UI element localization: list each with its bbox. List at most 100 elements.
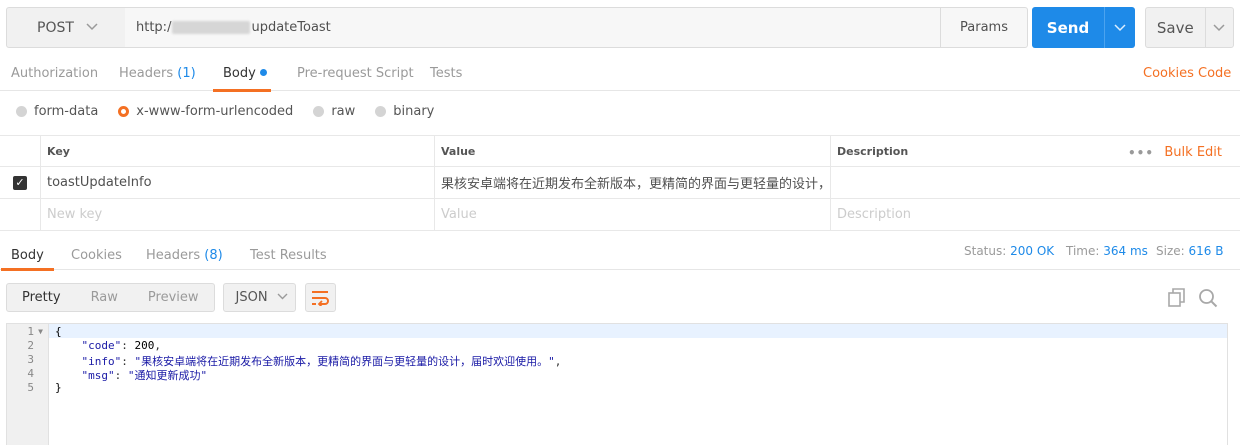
radio-urlencoded[interactable]: x-www-form-urlencoded xyxy=(118,104,293,119)
line-number: 1 xyxy=(27,325,34,338)
new-value-input[interactable]: Value xyxy=(434,199,830,230)
response-tabs: Body Cookies Headers (8) Test Results St… xyxy=(0,240,1240,271)
chevron-down-icon xyxy=(1114,23,1126,31)
size-value: 616 B xyxy=(1188,244,1224,258)
send-dropdown[interactable] xyxy=(1104,7,1135,48)
radio-binary-label: binary xyxy=(393,103,435,119)
tab-test-results[interactable]: Test Results xyxy=(250,248,327,263)
request-tabs: Authorization Headers (1) Body Pre-reque… xyxy=(0,55,1240,92)
search-icon[interactable] xyxy=(1198,288,1218,312)
radio-on-icon xyxy=(118,105,130,117)
radio-urlencoded-label: x-www-form-urlencoded xyxy=(136,103,294,119)
new-description-input[interactable]: Description xyxy=(830,199,1240,230)
table-row-new: New key Value Description xyxy=(0,199,1240,231)
pretty-button[interactable]: Pretty xyxy=(7,290,76,305)
radio-raw[interactable]: raw xyxy=(313,104,355,119)
params-button[interactable]: Params xyxy=(940,7,1028,48)
column-key: Key xyxy=(40,136,434,166)
radio-form-data-label: form-data xyxy=(34,103,99,119)
tab-response-body[interactable]: Body xyxy=(1,248,54,271)
key-cell[interactable]: toastUpdateInfo xyxy=(40,167,434,198)
method-label: POST xyxy=(37,19,74,36)
url-prefix: http:/ xyxy=(136,20,172,35)
fold-arrow-icon[interactable]: ▼ xyxy=(38,327,43,336)
code-line: "code": 200, xyxy=(81,339,162,352)
radio-off-icon xyxy=(313,105,325,117)
request-bar: POST http:/ updateToast Params Send Save xyxy=(6,7,1234,48)
radio-off-icon xyxy=(375,105,387,117)
line-gutter: 1 ▼ 2 3 4 5 xyxy=(7,324,49,445)
save-button[interactable]: Save xyxy=(1145,7,1234,48)
size-label: Size: xyxy=(1156,244,1185,258)
tab-tests[interactable]: Tests xyxy=(430,66,462,81)
url-redacted xyxy=(172,21,251,34)
save-label: Save xyxy=(1156,18,1194,37)
send-label: Send xyxy=(1046,18,1090,37)
line-number: 4 xyxy=(27,367,34,380)
value-cell[interactable]: 果核安卓端将在近期发布全新版本，更精简的界面与更轻量的设计，... xyxy=(434,167,830,198)
radio-form-data[interactable]: form-data xyxy=(16,104,98,119)
modified-dot-icon xyxy=(259,69,267,76)
line-number: 3 xyxy=(27,353,34,366)
time-value: 364 ms xyxy=(1103,244,1148,258)
bulk-edit-link[interactable]: Bulk Edit xyxy=(1164,145,1222,160)
table-row: ✓ toastUpdateInfo 果核安卓端将在近期发布全新版本，更精简的界面… xyxy=(0,167,1240,199)
format-select[interactable]: JSON xyxy=(222,283,296,312)
code-line: { xyxy=(55,325,62,338)
save-dropdown[interactable] xyxy=(1204,7,1233,48)
row-checkbox[interactable]: ✓ xyxy=(13,175,27,190)
url-input[interactable]: http:/ updateToast xyxy=(125,7,941,48)
view-mode-group: Pretty Raw Preview xyxy=(6,283,215,312)
column-value: Value xyxy=(434,136,830,166)
response-headers-count: (8) xyxy=(204,248,223,263)
new-key-placeholder: New key xyxy=(47,207,103,222)
method-select[interactable]: POST xyxy=(6,7,126,48)
radio-raw-label: raw xyxy=(331,103,356,119)
tab-headers-label: Headers xyxy=(119,66,174,81)
value-text: 果核安卓端将在近期发布全新版本，更精简的界面与更轻量的设计，... xyxy=(441,177,830,192)
new-value-placeholder: Value xyxy=(441,207,477,222)
tab-authorization[interactable]: Authorization xyxy=(11,66,98,81)
copy-icon[interactable] xyxy=(1168,288,1186,312)
time-label: Time: xyxy=(1066,244,1100,258)
wrap-lines-button[interactable] xyxy=(304,283,336,312)
url-suffix: updateToast xyxy=(251,20,331,35)
radio-binary[interactable]: binary xyxy=(375,104,434,119)
more-options-icon[interactable]: ••• xyxy=(1128,146,1154,160)
format-label: JSON xyxy=(235,290,268,305)
tab-response-cookies[interactable]: Cookies xyxy=(71,248,122,263)
chevron-down-icon xyxy=(86,21,98,34)
radio-off-icon xyxy=(16,105,27,117)
wrap-lines-icon xyxy=(312,290,329,306)
description-cell[interactable] xyxy=(830,167,1240,198)
tab-prerequest-script[interactable]: Pre-request Script xyxy=(297,66,414,81)
response-toolbar: Pretty Raw Preview JSON xyxy=(6,283,336,312)
active-line-highlight xyxy=(49,324,1227,338)
tab-body-label: Body xyxy=(223,66,256,81)
table-header-row: Key Value Description ••• Bulk Edit xyxy=(0,135,1240,167)
tab-response-headers[interactable]: Headers (8) xyxy=(146,248,223,263)
preview-button[interactable]: Preview xyxy=(133,290,214,305)
code-line: } xyxy=(55,381,62,394)
params-table: Key Value Description ••• Bulk Edit ✓ to… xyxy=(0,135,1240,231)
size-readout: Size: 616 B xyxy=(1156,244,1223,258)
line-number: 5 xyxy=(27,381,34,394)
line-number: 2 xyxy=(27,339,34,352)
send-button[interactable]: Send xyxy=(1032,7,1135,48)
new-description-placeholder: Description xyxy=(837,207,912,222)
status-value: 200 OK xyxy=(1010,244,1055,258)
raw-button[interactable]: Raw xyxy=(76,290,133,305)
body-type-group: form-data x-www-form-urlencoded raw bina… xyxy=(16,102,454,120)
key-text: toastUpdateInfo xyxy=(47,175,152,190)
chevron-down-icon xyxy=(277,292,288,303)
response-body-editor[interactable]: 1 ▼ 2 3 4 5 { "code": 200, "info": "果核安卓… xyxy=(6,323,1228,445)
cookies-link[interactable]: Cookies xyxy=(1143,66,1194,81)
tab-body[interactable]: Body xyxy=(213,66,271,92)
code-line: "msg": "通知更新成功" xyxy=(81,369,208,382)
status-readout: Status: 200 OK xyxy=(964,244,1054,258)
new-key-input[interactable]: New key xyxy=(40,199,434,230)
headers-count: (1) xyxy=(177,66,196,81)
status-label: Status: xyxy=(964,244,1007,258)
tab-headers[interactable]: Headers (1) xyxy=(119,66,196,81)
code-link[interactable]: Code xyxy=(1198,66,1231,81)
